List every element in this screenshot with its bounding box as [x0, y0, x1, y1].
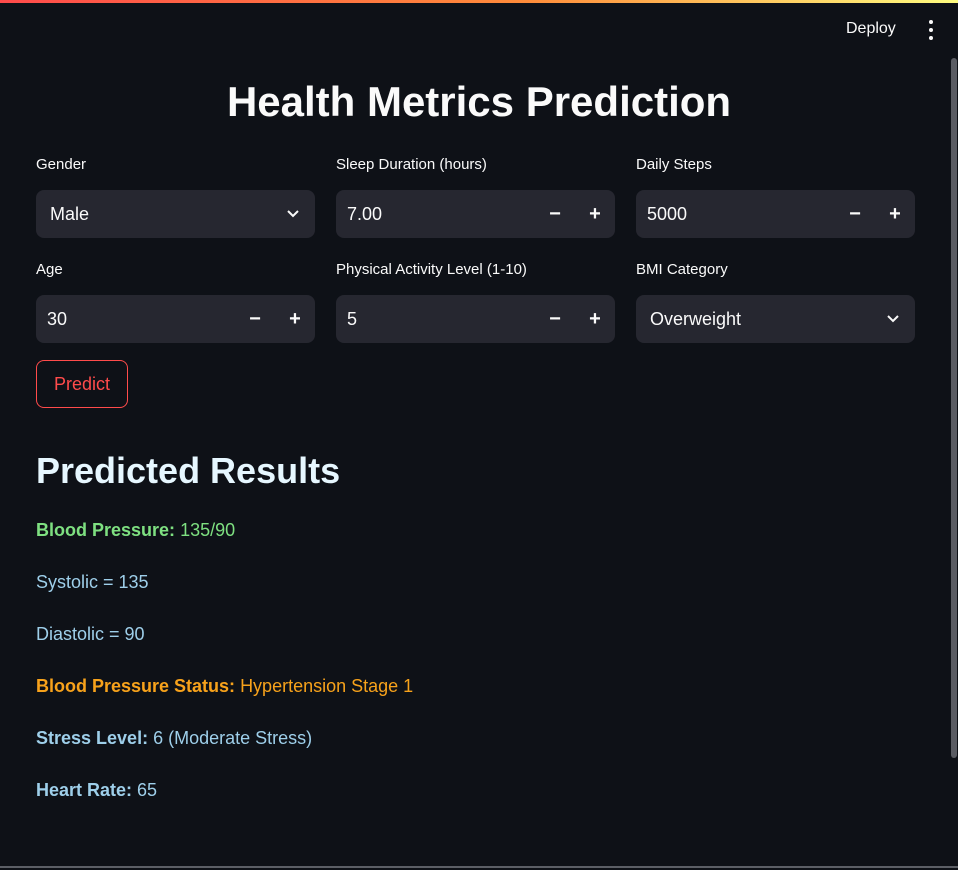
systolic-result: Systolic = 135 [36, 572, 149, 592]
age-value[interactable]: 30 [47, 309, 235, 330]
sleep-duration-value[interactable]: 7.00 [347, 204, 535, 225]
diastolic-result: Diastolic = 90 [36, 624, 145, 644]
bp-status-value: Hypertension Stage 1 [240, 676, 414, 696]
stress-level-value: 6 (Moderate Stress) [153, 728, 313, 748]
heart-rate-label: Heart Rate: [36, 780, 133, 800]
gender-select[interactable]: Male [36, 190, 315, 238]
bmi-category-field: BMI Category Overweight [636, 260, 915, 343]
bp-status-label: Blood Pressure Status: [36, 676, 236, 696]
heart-rate-value: 65 [137, 780, 158, 800]
stress-level-label: Stress Level: [36, 728, 149, 748]
daily-steps-field: Daily Steps 5000 − + [636, 155, 915, 238]
stress-level-result: Stress Level: 6 (Moderate Stress) [36, 728, 312, 749]
vertical-dots-icon[interactable] [925, 20, 937, 40]
activity-decrement-button[interactable]: − [535, 295, 575, 343]
bmi-category-label: BMI Category [636, 261, 728, 278]
bmi-category-value: Overweight [650, 308, 742, 329]
blood-pressure-label: Blood Pressure: [36, 520, 176, 540]
gender-label: Gender [36, 156, 87, 173]
age-decrement-button[interactable]: − [235, 295, 275, 343]
results-heading: Predicted Results [36, 450, 341, 491]
predict-button[interactable]: Predict [36, 360, 128, 408]
age-label: Age [36, 261, 63, 278]
blood-pressure-value: 135/90 [180, 520, 236, 540]
activity-increment-button[interactable]: + [575, 295, 615, 343]
sleep-increment-button[interactable]: + [575, 190, 615, 238]
age-increment-button[interactable]: + [275, 295, 315, 343]
scrollbar[interactable] [951, 58, 957, 758]
age-input[interactable]: 30 − + [36, 295, 315, 343]
age-field: Age 30 − + [36, 260, 315, 343]
page-title: Health Metrics Prediction [226, 78, 732, 125]
daily-steps-label: Daily Steps [636, 156, 712, 173]
sleep-duration-label: Sleep Duration (hours) [336, 156, 487, 173]
daily-steps-value[interactable]: 5000 [647, 204, 835, 225]
chevron-down-icon [887, 313, 899, 325]
divider [0, 866, 958, 868]
heart-rate-result: Heart Rate: 65 [36, 780, 157, 801]
sleep-duration-field: Sleep Duration (hours) 7.00 − + [336, 155, 615, 238]
app-header-decoration [0, 0, 958, 3]
sleep-decrement-button[interactable]: − [535, 190, 575, 238]
gender-field: Gender Male [36, 155, 315, 238]
steps-decrement-button[interactable]: − [835, 190, 875, 238]
sleep-duration-input[interactable]: 7.00 − + [336, 190, 615, 238]
activity-level-field: Physical Activity Level (1-10) 5 − + [336, 260, 615, 343]
bmi-category-select[interactable]: Overweight [636, 295, 915, 343]
bp-status-result: Blood Pressure Status: Hypertension Stag… [36, 676, 413, 697]
blood-pressure-result: Blood Pressure: 135/90 [36, 520, 235, 541]
daily-steps-input[interactable]: 5000 − + [636, 190, 915, 238]
chevron-down-icon [287, 208, 299, 220]
steps-increment-button[interactable]: + [875, 190, 915, 238]
deploy-button[interactable]: Deploy [846, 20, 896, 38]
activity-level-value[interactable]: 5 [347, 309, 535, 330]
gender-value: Male [50, 203, 90, 224]
activity-level-input[interactable]: 5 − + [336, 295, 615, 343]
activity-level-label: Physical Activity Level (1-10) [336, 261, 527, 278]
